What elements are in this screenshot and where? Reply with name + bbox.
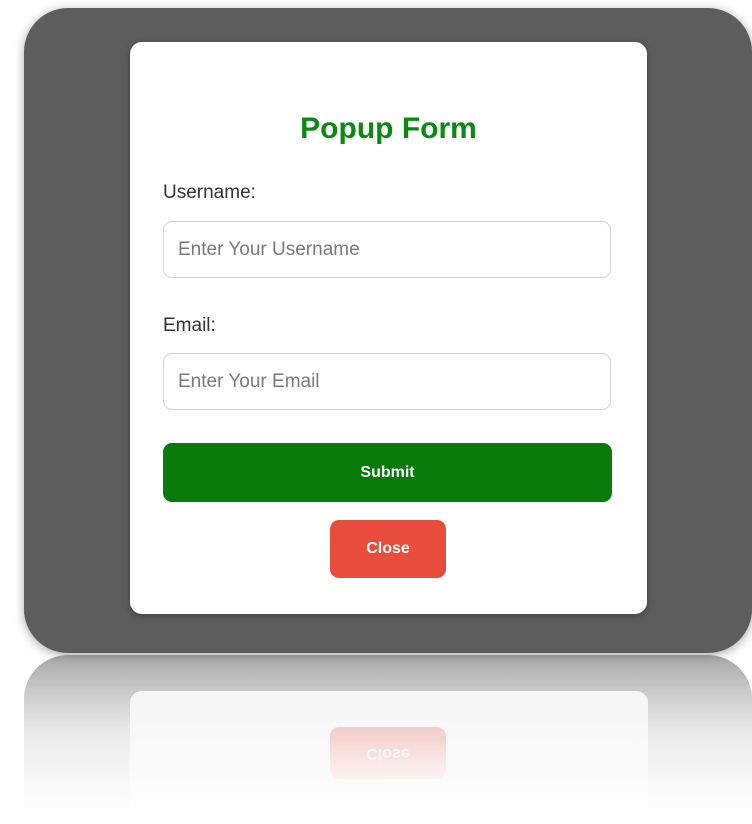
username-input[interactable]: [163, 221, 611, 278]
popup-title: Popup Form: [300, 112, 477, 145]
submit-button[interactable]: Submit: [163, 443, 612, 502]
username-label: Username:: [163, 182, 256, 203]
backdrop-reflection: Close: [24, 655, 752, 824]
popup-form: Popup Form Username: Email: Submit Close: [130, 42, 647, 614]
screenshot-stage: Close Popup Form Username: Email: Submit…: [0, 0, 752, 824]
close-button[interactable]: Close: [330, 520, 446, 578]
reflection-fade: [24, 655, 752, 824]
email-label: Email:: [163, 315, 216, 336]
email-input[interactable]: [163, 353, 611, 410]
